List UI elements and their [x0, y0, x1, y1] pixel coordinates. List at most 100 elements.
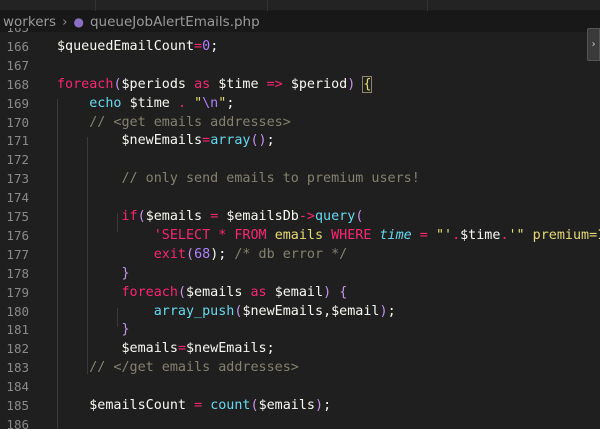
code-token: \n	[202, 95, 219, 111]
code-text: foreach($periods as $time => $period) {	[57, 75, 373, 94]
code-token: query	[315, 209, 356, 224]
code-line[interactable]: 182 $emails=$newEmails;	[0, 339, 600, 358]
code-token: )	[315, 398, 324, 413]
code-token: .	[452, 227, 461, 243]
code-token: $emails	[186, 284, 251, 300]
collapse-panel-button[interactable]: ›	[587, 28, 600, 61]
code-token: {	[339, 284, 348, 300]
code-token: $newEmails	[121, 133, 203, 149]
line-number: 169	[6, 95, 29, 111]
line-number: 184	[6, 379, 29, 395]
code-token: echo	[89, 95, 130, 111]
code-text: // </get emails addresses>	[57, 358, 299, 377]
code-token: $emailsDb	[226, 209, 299, 224]
code-token: array_push	[153, 303, 235, 319]
code-token: ;	[226, 95, 235, 111]
code-token: $queuedEmailCount	[57, 38, 195, 54]
code-line[interactable]: 180 array_push($newEmails,$email);	[0, 302, 600, 321]
code-line[interactable]: 166 $queuedEmailCount=0;	[0, 37, 600, 56]
code-line[interactable]: 169 echo $time . "\n";	[0, 94, 600, 113]
code-line[interactable]: 184	[0, 377, 600, 396]
code-line[interactable]: 167	[0, 56, 600, 75]
code-line[interactable]: 177 exit(68); /* db error */	[0, 245, 600, 264]
code-line[interactable]: 176 'SELECT * FROM emails WHERE time = "…	[0, 226, 600, 245]
line-number: 179	[6, 284, 29, 300]
line-number: 181	[6, 322, 29, 338]
code-token: $emails	[145, 209, 211, 224]
line-number: 171	[6, 133, 29, 149]
code-line[interactable]: 165	[0, 28, 600, 37]
code-line[interactable]: 172	[0, 150, 600, 169]
code-token: =>	[266, 76, 291, 92]
code-token: (	[355, 209, 364, 224]
code-token: foreach	[121, 284, 178, 300]
line-number: 166	[6, 38, 29, 54]
code-token: )	[323, 284, 340, 300]
code-token: $time	[129, 95, 178, 111]
code-line[interactable]: 179 foreach($emails as $email) {	[0, 283, 600, 302]
code-text: $emails=$newEmails;	[57, 339, 275, 358]
code-token: // <get emails addresses>	[89, 114, 291, 130]
code-token: =	[177, 341, 186, 357]
tab-divider	[267, 0, 268, 11]
code-token: as	[194, 76, 219, 92]
code-token: =	[411, 227, 436, 243]
code-line[interactable]: 168 foreach($periods as $time => $period)…	[0, 75, 600, 94]
code-token: $emailsCount	[89, 398, 195, 413]
code-text: // only send emails to premium users!	[57, 169, 420, 188]
code-token: ,	[323, 303, 332, 319]
code-line[interactable]: 173 // only send emails to premium users…	[0, 169, 600, 188]
code-text: $newEmails=array();	[57, 131, 275, 150]
line-number: 182	[6, 341, 29, 357]
code-line[interactable]: 174	[0, 188, 600, 207]
code-line[interactable]: 170 // <get emails addresses>	[0, 113, 600, 132]
code-token: time	[379, 227, 412, 243]
tab-divider	[427, 0, 428, 11]
code-token: exit	[153, 246, 186, 262]
code-token: /* db error */	[234, 246, 348, 262]
code-line[interactable]: 185 $emailsCount = count($emails);	[0, 396, 600, 415]
code-token: $time	[218, 76, 267, 92]
code-token: (	[137, 209, 146, 224]
line-number: 168	[6, 76, 29, 92]
code-token: *	[218, 227, 235, 243]
code-token: (	[113, 76, 122, 92]
code-token: (	[177, 284, 186, 300]
code-text: }	[57, 320, 130, 339]
code-editor[interactable]: 165166$queuedEmailCount=0;167168foreach(…	[0, 28, 600, 429]
php-elephant-icon: ●	[73, 14, 84, 29]
code-text: 'SELECT * FROM emails WHERE time = "'.$t…	[57, 226, 600, 245]
tab-divider	[95, 0, 96, 11]
code-token: ()	[250, 133, 267, 149]
code-token: 68	[194, 246, 211, 262]
code-token: }	[121, 322, 130, 338]
code-token: foreach	[57, 76, 114, 92]
line-number: 178	[6, 265, 29, 281]
line-number: 180	[6, 303, 29, 319]
code-token: =	[194, 398, 211, 413]
code-line[interactable]: 186	[0, 415, 600, 429]
code-line[interactable]: 181 }	[0, 320, 600, 339]
code-line[interactable]: 183 // </get emails addresses>	[0, 358, 600, 377]
code-token: $period	[290, 76, 348, 92]
code-line[interactable]: 178 }	[0, 264, 600, 283]
code-token: 0	[202, 38, 211, 54]
code-line[interactable]: 175 if($emails = $emailsDb->query(	[0, 207, 600, 226]
code-token: as	[250, 284, 275, 300]
code-token: ->	[298, 209, 315, 224]
code-token: array	[210, 133, 251, 149]
code-line[interactable]: 171 $newEmails=array();	[0, 131, 600, 150]
code-text: }	[57, 264, 130, 283]
code-token: ;	[210, 38, 219, 54]
code-text: if($emails = $emailsDb->query(	[57, 207, 364, 226]
code-token: $newEmails	[186, 341, 267, 357]
line-number: 185	[6, 398, 29, 413]
